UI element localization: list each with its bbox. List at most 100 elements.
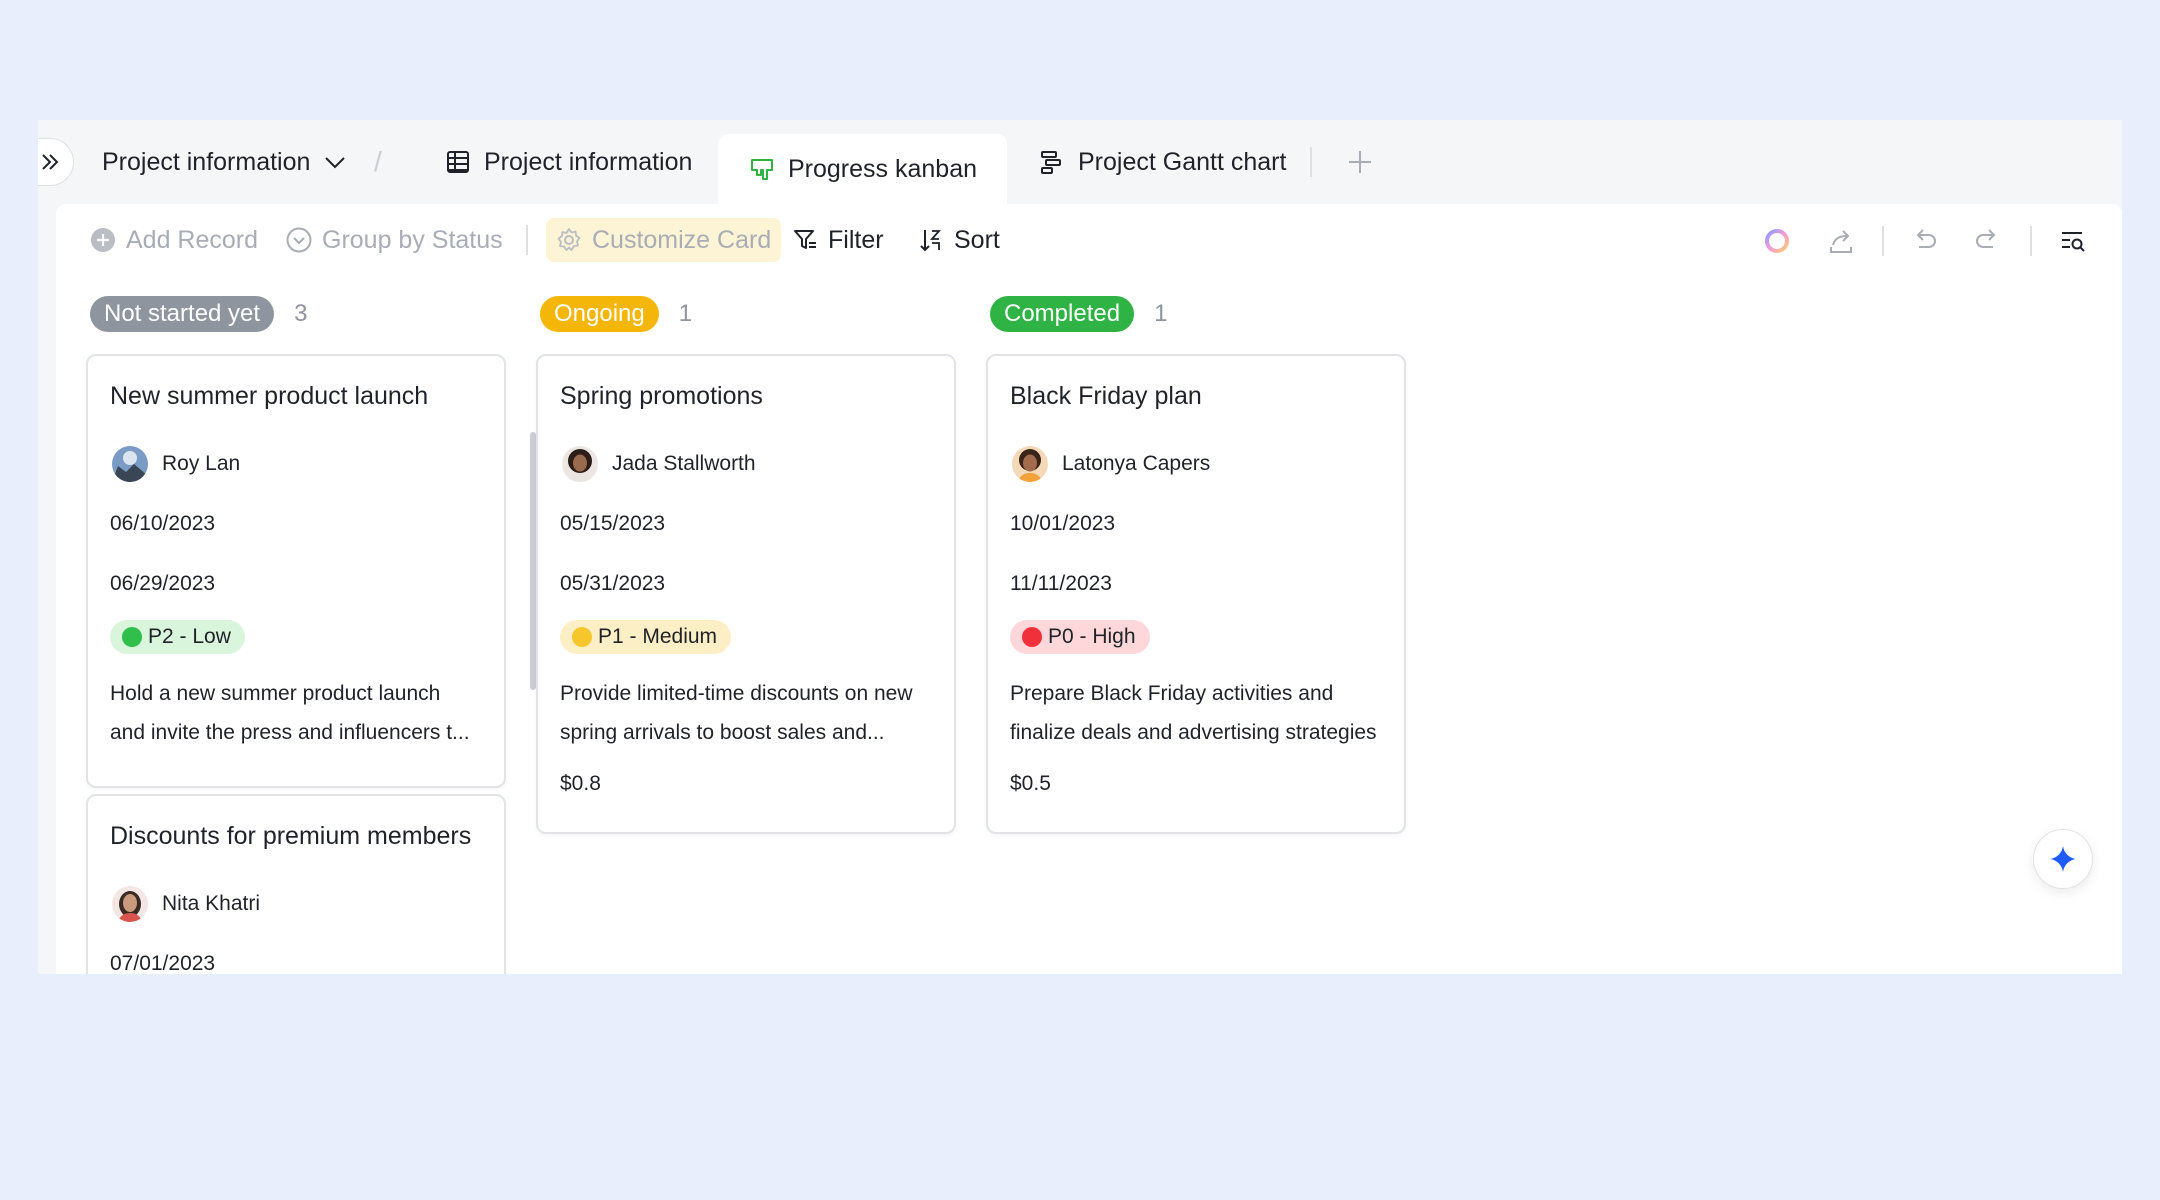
description-line: and invite the press and influencers t..…: [110, 721, 470, 744]
ai-sparkle-button[interactable]: [2033, 829, 2093, 889]
tab-label: Progress kanban: [788, 154, 978, 183]
filter-label: Filter: [828, 225, 884, 254]
chevron-down-icon: [325, 157, 346, 169]
sort-icon: [918, 227, 944, 253]
add-record-button[interactable]: Add Record: [90, 204, 258, 276]
tab-project-information[interactable]: Project information: [444, 120, 692, 204]
avatar: [112, 886, 148, 922]
avatar: [1012, 446, 1048, 482]
tab-bar: Project information / Project informatio…: [38, 120, 2122, 204]
tab-progress-kanban[interactable]: Progress kanban: [718, 134, 1008, 204]
priority-label: P1 - Medium: [598, 625, 718, 648]
start-date: 10/01/2023: [1010, 512, 1116, 535]
toolbar-divider: [2030, 226, 2032, 256]
column-header-not-started: Not started yet 3: [90, 296, 307, 332]
status-badge: Not started yet: [90, 296, 275, 332]
card-description: Provide limited-time discounts on new sp…: [560, 674, 940, 752]
column-count: 1: [1154, 300, 1168, 327]
filter-button[interactable]: Filter: [792, 204, 884, 276]
tab-label: Project Gantt chart: [1078, 147, 1287, 176]
card-owner: Nita Khatri: [112, 886, 260, 922]
description-line: spring arrivals to boost sales and...: [560, 721, 885, 744]
card-title: Discounts for premium members: [110, 822, 472, 850]
owner-name: Nita Khatri: [162, 892, 261, 915]
undo-icon[interactable]: [1910, 226, 1940, 256]
grid-table-icon: [444, 148, 472, 176]
share-icon[interactable]: [1826, 226, 1856, 256]
description-line: Provide limited-time discounts on new: [560, 682, 913, 705]
priority-dot-icon: [122, 627, 142, 647]
group-by-label: Group by Status: [322, 225, 503, 254]
sparkle-icon: [2050, 846, 2076, 872]
description-line: Prepare Black Friday activities and: [1010, 682, 1334, 705]
column-count: 1: [678, 300, 693, 327]
plus-circle-icon: [90, 227, 116, 253]
start-date: 07/01/2023: [110, 952, 216, 974]
add-record-label: Add Record: [126, 225, 259, 254]
card-owner: Roy Lan: [112, 446, 240, 482]
priority-tag: P0 - High: [1010, 620, 1150, 654]
priority-dot-icon: [572, 627, 592, 647]
status-badge: Completed: [990, 296, 1135, 332]
plus-icon: [1349, 151, 1371, 173]
end-date: 05/31/2023: [560, 572, 666, 595]
kanban-icon: [748, 155, 776, 183]
card-description: Hold a new summer product launch and inv…: [110, 674, 490, 752]
description-line: Hold a new summer product launch: [110, 682, 441, 705]
check-circle-icon: [286, 227, 312, 253]
column-header-ongoing: Ongoing 1: [540, 296, 692, 332]
app-window: Project information / Project informatio…: [38, 120, 2122, 974]
description-line: finalize deals and advertising strategie…: [1010, 721, 1377, 744]
filter-icon: [792, 227, 818, 253]
card-title: Spring promotions: [560, 382, 763, 410]
gantt-icon: [1038, 148, 1066, 176]
search-records-icon[interactable]: [2058, 226, 2088, 256]
end-date: 06/29/2023: [110, 572, 216, 595]
sort-label: Sort: [954, 225, 1000, 254]
view-toolbar: Add Record Group by Status Customize Car…: [56, 204, 2122, 276]
start-date: 06/10/2023: [110, 512, 216, 535]
toolbar-divider: [526, 225, 528, 255]
breadcrumb-label: Project information: [102, 147, 311, 176]
column-header-completed: Completed 1: [990, 296, 1167, 332]
status-badge: Ongoing: [540, 296, 659, 332]
customize-card-label: Customize Card: [592, 225, 772, 254]
kanban-card[interactable]: Discounts for premium members Nita Khatr…: [86, 794, 506, 974]
gear-icon: [556, 227, 582, 253]
group-by-status-button[interactable]: Group by Status: [286, 204, 503, 276]
tab-divider: [1310, 147, 1312, 177]
avatar: [112, 446, 148, 482]
card-description: Prepare Black Friday activities and fina…: [1010, 674, 1390, 752]
avatar: [562, 446, 598, 482]
owner-name: Jada Stallworth: [612, 452, 756, 475]
priority-label: P0 - High: [1048, 625, 1136, 648]
redo-icon[interactable]: [1972, 226, 2002, 256]
end-date: 11/11/2023: [1010, 572, 1112, 595]
priority-label: P2 - Low: [148, 625, 231, 648]
card-owner: Latonya Capers: [1012, 446, 1210, 482]
priority-dot-icon: [1022, 627, 1042, 647]
kanban-card[interactable]: Spring promotions Jada Stallworth 05/15/…: [536, 354, 956, 834]
ai-assistant-icon[interactable]: [1762, 226, 1792, 256]
double-chevron-right-icon: [42, 154, 59, 170]
sort-button[interactable]: Sort: [918, 204, 1000, 276]
breadcrumb-base-name[interactable]: Project information: [102, 120, 348, 204]
tab-project-gantt-chart[interactable]: Project Gantt chart: [1038, 120, 1286, 204]
card-price: $0.5: [1010, 772, 1051, 795]
column-count: 3: [294, 300, 308, 327]
expand-sidebar-button[interactable]: [38, 138, 74, 186]
customize-card-button[interactable]: Customize Card: [546, 218, 782, 262]
kanban-card[interactable]: Black Friday plan Latonya Capers 10/01/2…: [986, 354, 1406, 834]
start-date: 05/15/2023: [560, 512, 666, 535]
tab-label: Project information: [484, 147, 693, 176]
toolbar-divider: [1882, 226, 1884, 256]
add-view-button[interactable]: [1346, 120, 1374, 204]
card-price: $0.8: [560, 772, 601, 795]
priority-tag: P2 - Low: [110, 620, 245, 654]
kanban-card[interactable]: New summer product launch Roy Lan 06/10/…: [86, 354, 506, 788]
card-title: Black Friday plan: [1010, 382, 1202, 410]
kanban-view: Add Record Group by Status Customize Car…: [56, 204, 2122, 974]
priority-tag: P1 - Medium: [560, 620, 732, 654]
owner-name: Roy Lan: [162, 452, 241, 475]
breadcrumb-separator: /: [374, 146, 382, 177]
